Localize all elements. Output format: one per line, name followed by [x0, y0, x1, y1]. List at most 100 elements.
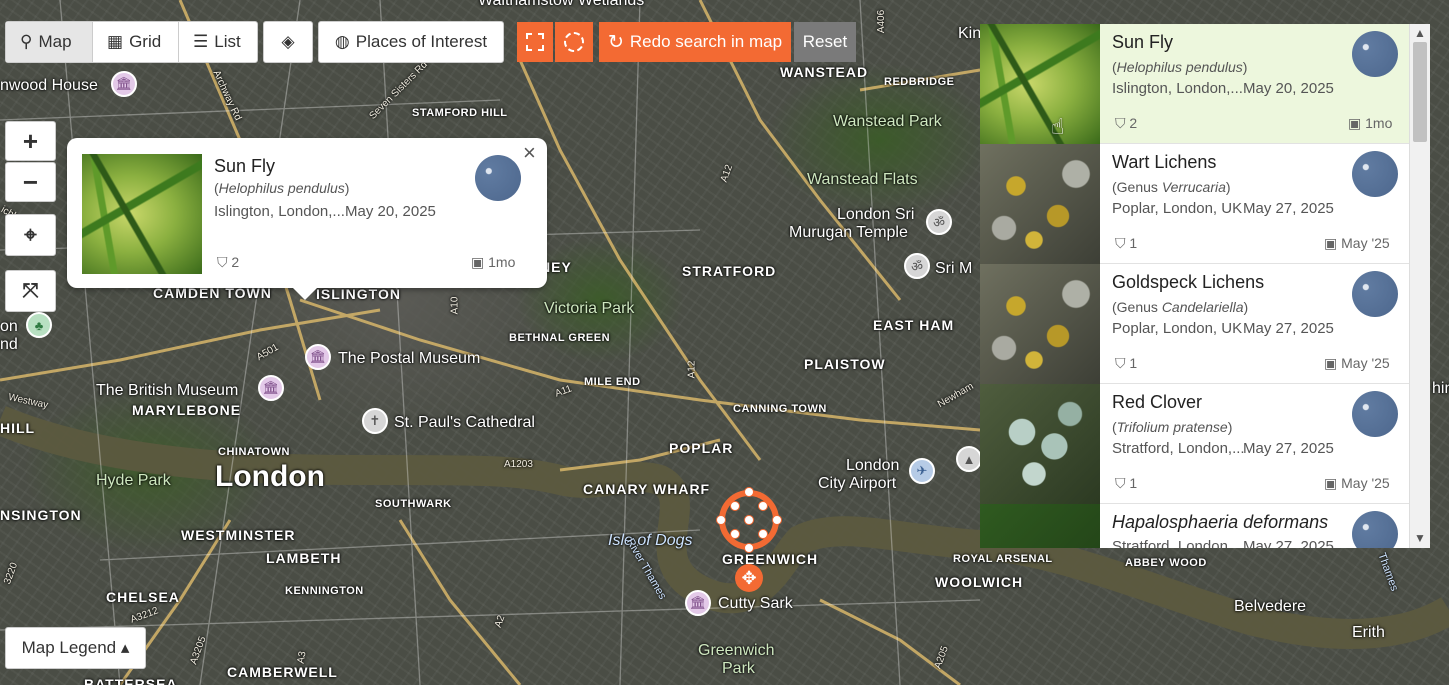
- list-view-label: List: [214, 32, 241, 51]
- scrollbar-thumb[interactable]: [1413, 42, 1427, 142]
- map-label: ABBEY WOOD: [1125, 557, 1207, 569]
- observation-photo[interactable]: [82, 154, 202, 274]
- popup-title[interactable]: Sun Fly: [214, 156, 275, 177]
- observation-place: Poplar, London, UK: [1112, 200, 1243, 217]
- places-of-interest-button[interactable]: ◍ Places of Interest: [318, 21, 504, 63]
- church-pin-icon[interactable]: ✝: [362, 408, 388, 434]
- reset-button[interactable]: Reset: [794, 22, 856, 62]
- results-list[interactable]: Sun Fly (Helophilus pendulus) Islington,…: [980, 24, 1430, 548]
- observed-ago-value: May '25: [1341, 475, 1390, 491]
- map-label: NSINGTON: [0, 507, 82, 523]
- map-label: Belvedere: [1234, 598, 1307, 615]
- redo-search-button[interactable]: ↻ Redo search in map: [599, 22, 791, 62]
- circle-handle[interactable]: [744, 515, 754, 525]
- observation-photo[interactable]: [980, 504, 1100, 548]
- identification-icon: ⛉: [1115, 235, 1126, 251]
- circle-handle[interactable]: [744, 487, 754, 497]
- layers-icon: ◈: [281, 32, 295, 51]
- results-scrollbar[interactable]: ▲ ▼: [1409, 24, 1430, 548]
- map-label: Greenwich: [698, 642, 775, 659]
- circle-select-icon: [564, 32, 584, 52]
- museum-pin-icon[interactable]: 🏛: [258, 375, 284, 401]
- observation-photo[interactable]: [980, 144, 1100, 264]
- draw-rectangle-button[interactable]: [517, 22, 553, 62]
- map-label: London Sri: [837, 206, 915, 223]
- observation-title[interactable]: Goldspeck Lichens: [1112, 272, 1264, 293]
- temple-pin-icon[interactable]: ॐ: [926, 209, 952, 235]
- list-item[interactable]: Wart Lichens (Genus Verrucaria) Poplar, …: [980, 144, 1409, 264]
- school-pin-icon[interactable]: ▲: [956, 446, 982, 472]
- user-avatar[interactable]: [1352, 151, 1398, 197]
- map-label: CANNING TOWN: [733, 403, 827, 415]
- observation-date: May 27, 2025: [1243, 538, 1334, 548]
- map-label: Kin: [958, 25, 982, 42]
- circle-handle[interactable]: [744, 543, 754, 553]
- circle-handle[interactable]: [758, 529, 768, 539]
- airport-pin-icon[interactable]: ✈: [909, 458, 935, 484]
- circle-handle[interactable]: [716, 515, 726, 525]
- list-item[interactable]: Hapalosphaeria deformans Stratford, Lond…: [980, 504, 1409, 548]
- locate-button[interactable]: ⌖: [5, 214, 56, 256]
- list-view-button[interactable]: ☰ List: [179, 22, 257, 62]
- minus-icon: −: [22, 166, 39, 197]
- observation-popup[interactable]: Sun Fly (Helophilus pendulus) Islington,…: [67, 138, 547, 300]
- sci-text: Trifolium pratense: [1116, 419, 1228, 435]
- close-icon[interactable]: ×: [523, 140, 536, 166]
- map-view-button[interactable]: ⚲ Map: [6, 22, 93, 62]
- calendar-icon: ▣: [1324, 355, 1338, 371]
- observation-place: Stratford, London,...: [1112, 538, 1245, 548]
- observation-photo[interactable]: [980, 264, 1100, 384]
- scroll-down-icon[interactable]: ▼: [1410, 530, 1430, 546]
- observed-ago-value: 1mo: [1365, 115, 1393, 131]
- calendar-icon: ▣: [1324, 235, 1338, 251]
- map-label: EAST HAM: [873, 317, 955, 333]
- circle-handle[interactable]: [772, 515, 782, 525]
- scroll-up-icon[interactable]: ▲: [1410, 25, 1430, 41]
- museum-pin-icon[interactable]: 🏛: [305, 344, 331, 370]
- popup-place: Islington, London,...: [214, 203, 345, 220]
- layers-button[interactable]: ◈: [263, 21, 313, 63]
- user-avatar[interactable]: [1352, 511, 1398, 548]
- park-pin-icon[interactable]: ♣: [26, 312, 52, 338]
- observation-photo[interactable]: [980, 384, 1100, 504]
- observation-title[interactable]: Sun Fly: [1112, 32, 1173, 53]
- move-icon[interactable]: ✥: [735, 564, 763, 592]
- globe-icon: ◍: [334, 32, 350, 51]
- observation-title[interactable]: Wart Lichens: [1112, 152, 1216, 173]
- zoom-out-button[interactable]: −: [5, 162, 56, 202]
- museum-pin-icon[interactable]: 🏛: [685, 590, 711, 616]
- user-avatar[interactable]: [1352, 391, 1398, 437]
- map-label: Wanstead Flats: [807, 171, 918, 188]
- map-label: BATTERSEA: [84, 676, 178, 685]
- list-item[interactable]: Sun Fly (Helophilus pendulus) Islington,…: [980, 24, 1409, 144]
- map-legend-button[interactable]: Map Legend ▴: [5, 627, 146, 669]
- observation-photo[interactable]: [980, 24, 1100, 144]
- user-avatar[interactable]: [1352, 271, 1398, 317]
- observed-ago: ▣ May '25: [1324, 235, 1390, 252]
- map-marker-icon: ⚲: [20, 32, 33, 51]
- fullscreen-button[interactable]: ⤧: [5, 270, 56, 312]
- map-label: KENNINGTON: [285, 585, 364, 597]
- observation-title[interactable]: Hapalosphaeria deformans: [1112, 512, 1328, 533]
- identifications-value: 2: [1129, 115, 1138, 131]
- observation-title[interactable]: Red Clover: [1112, 392, 1202, 413]
- grid-view-button[interactable]: ▦ Grid: [93, 22, 179, 62]
- circle-handle[interactable]: [758, 501, 768, 511]
- redo-search-label: Redo search in map: [629, 32, 783, 51]
- museum-pin-icon[interactable]: 🏛: [111, 71, 137, 97]
- grid-view-label: Grid: [129, 32, 162, 51]
- list-item[interactable]: Goldspeck Lichens (Genus Candelariella) …: [980, 264, 1409, 384]
- map-label: hin: [1432, 380, 1449, 397]
- circle-handle[interactable]: [730, 529, 740, 539]
- zoom-in-button[interactable]: +: [5, 121, 56, 161]
- list-item[interactable]: Red Clover (Trifolium pratense) Stratfor…: [980, 384, 1409, 504]
- map-label: Murugan Temple: [789, 224, 908, 241]
- user-avatar[interactable]: [475, 155, 521, 201]
- draw-circle-button[interactable]: [555, 22, 593, 62]
- observation-scientific-name: (Genus Verrucaria): [1112, 179, 1231, 195]
- temple-pin-icon[interactable]: ॐ: [904, 253, 930, 279]
- map-label: ISLINGTON: [316, 286, 401, 302]
- circle-handle[interactable]: [730, 501, 740, 511]
- map-label: St. Paul's Cathedral: [394, 414, 535, 431]
- user-avatar[interactable]: [1352, 31, 1398, 77]
